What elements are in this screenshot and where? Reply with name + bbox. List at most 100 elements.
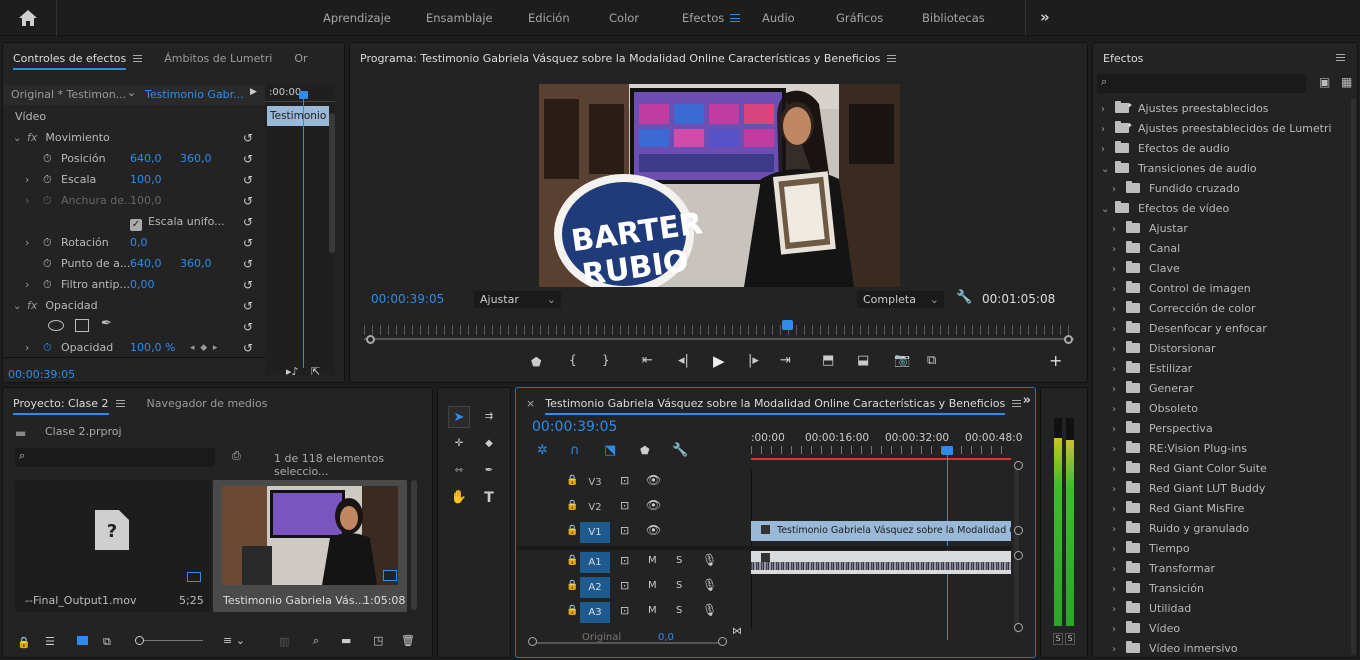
workspace-color[interactable]: Color [609,0,639,36]
track-target[interactable]: A3 [580,602,610,623]
project-search-input[interactable]: ⌕ [15,448,215,467]
track-header-a3[interactable]: 🔒 A3 ⊡ M S 🎙 [516,600,751,625]
effects-item[interactable]: › Red Giant Color Suite [1112,459,1267,479]
lock-icon[interactable]: 🔒 [566,475,578,486]
video-clip[interactable]: Testimonio Gabriela Vásquez sobre la Mod… [751,521,1011,541]
more-panels-icon[interactable]: » [1023,393,1031,408]
effects-item[interactable]: › Utilidad [1112,599,1191,619]
workspace-bibliotecas[interactable]: Bibliotecas [922,0,985,36]
marker-icon[interactable]: ⬟ [640,444,650,457]
microphone-icon[interactable]: 🎙 [702,553,717,567]
timeline-timecode[interactable]: 00:00:39:05 [532,419,617,435]
find-icon[interactable]: ⎙ [232,449,241,463]
sync-lock-icon[interactable]: ⊡ [620,604,629,617]
anchor-y-value[interactable]: 360,0 [180,254,212,274]
track-header-v1[interactable]: 🔒 V1 ⊡ 👁 [516,520,751,545]
workspace-ensamblaje[interactable]: Ensamblaje [426,0,493,36]
stopwatch-icon[interactable]: ⏱ [43,254,52,274]
play-icon[interactable]: ▶ [713,352,725,370]
mute-button[interactable]: M [648,555,657,566]
workspace-graficos[interactable]: Gráficos [836,0,883,36]
mini-playhead[interactable] [303,93,304,368]
chevron-right-icon[interactable]: › [1101,120,1115,140]
chevron-right-icon[interactable]: › [1112,240,1126,260]
chevron-down-icon[interactable]: ⌄ [1101,200,1115,220]
trash-icon[interactable]: 🗑 [401,634,415,647]
workspace-audio[interactable]: Audio [762,0,795,36]
track-target[interactable]: V3 [580,472,610,493]
effects-item[interactable]: ⌄ Transiciones de audio [1101,159,1257,179]
position-x-value[interactable]: 640,0 [130,149,162,169]
scale-value[interactable]: 100,0 [130,170,162,190]
track-target[interactable]: V1 [580,522,610,543]
mark-out-icon[interactable]: } [602,353,610,367]
chevron-right-icon[interactable]: › [25,233,29,253]
effects-search-input[interactable]: ⌕ [1097,74,1306,93]
chevron-right-icon[interactable]: › [1112,300,1126,320]
mute-button[interactable]: M [648,605,657,616]
effects-item[interactable]: › Desenfocar y enfocar [1112,319,1267,339]
effects-item[interactable]: › Transición [1112,579,1204,599]
program-playhead[interactable] [782,320,793,330]
track-target[interactable]: V2 [580,497,610,518]
pen-mask-icon[interactable]: ✒ [101,316,112,331]
project-scrollbar[interactable] [411,480,417,610]
solo-left-button[interactable]: S [1053,633,1063,645]
new-bin-icon[interactable]: ▣ [1319,75,1330,89]
tab-media-browser[interactable]: Navegador de medios [147,397,268,410]
new-bin-icon[interactable]: ▬ [341,634,351,647]
solo-button[interactable]: S [676,605,682,616]
chevron-right-icon[interactable]: › [1112,520,1126,540]
chevron-right-icon[interactable]: › [1112,580,1126,600]
effects-item[interactable]: › RE:Vision Plug-ins [1112,439,1247,459]
effects-item[interactable]: › Generar [1112,379,1194,399]
lock-icon[interactable]: 🔒 [566,580,578,591]
effects-item[interactable]: › Estilizar [1112,359,1192,379]
workspace-efectos[interactable]: Efectos [682,0,724,36]
effects-menu-icon[interactable] [1336,54,1345,61]
effects-item[interactable]: › Clave [1112,259,1180,279]
icon-view-icon[interactable] [77,636,88,645]
program-video-frame[interactable]: BARTER RUBIO [539,84,900,287]
anchor-x-value[interactable]: 640,0 [130,254,162,274]
stopwatch-icon[interactable]: ⏱ [43,191,52,211]
chevron-right-icon[interactable]: › [1112,640,1126,657]
mark-in-icon[interactable]: { [569,353,577,367]
chevron-right-icon[interactable]: › [1112,480,1126,500]
chevron-right-icon[interactable]: › [1112,360,1126,380]
effects-item[interactable]: › Control de imagen [1112,279,1251,299]
chevron-right-icon[interactable]: › [1112,380,1126,400]
chevron-right-icon[interactable]: › [1112,260,1126,280]
program-zoom-bar[interactable] [364,338,1074,340]
effects-item[interactable]: › Tiempo [1112,539,1190,559]
opacity-value[interactable]: 100,0 % [130,338,175,358]
mini-clip[interactable]: Testimonio [267,106,329,126]
lock-icon[interactable]: 🔒 [566,500,578,511]
linked-selection-icon[interactable]: ⬔ [604,443,616,458]
chevron-right-icon[interactable]: › [1112,400,1126,420]
chevron-right-icon[interactable]: › [25,338,29,358]
stopwatch-icon[interactable]: ⏱ [43,275,52,295]
microphone-icon[interactable]: 🎙 [702,603,717,617]
chevron-right-icon[interactable]: › [1112,180,1126,200]
zoom-slider[interactable] [137,640,203,641]
master-value[interactable]: 0,0 [658,632,674,643]
effects-item[interactable]: › Ruido y granulado [1112,519,1249,539]
wrench-icon[interactable]: 🔧 [672,443,688,458]
timeline-playhead[interactable] [947,450,948,640]
list-view-icon[interactable]: ☰ [45,635,55,648]
sync-lock-icon[interactable]: ⊡ [620,524,629,537]
effects-item[interactable]: › Distorsionar [1112,339,1216,359]
tab-effects[interactable]: Efectos [1103,52,1143,65]
workspace-edicion[interactable]: Edición [528,0,570,36]
effects-item[interactable]: ⌄ Efectos de vídeo [1101,199,1229,219]
opacity-row[interactable]: ⌄ fx Opacidad [13,296,263,316]
lock-icon[interactable]: 🔒 [17,636,31,649]
go-to-out-icon[interactable]: ⇥ [780,353,791,368]
chevron-right-icon[interactable]: › [1101,140,1115,160]
razor-tool-icon[interactable]: ◆ [478,433,500,455]
motion-row[interactable]: ⌄ fx Movimiento [13,128,263,148]
mute-button[interactable]: M [648,580,657,591]
uniform-scale-checkbox[interactable]: ✓ Escala unifo... [130,212,225,232]
play-only-icon[interactable]: ▶ [250,87,257,97]
